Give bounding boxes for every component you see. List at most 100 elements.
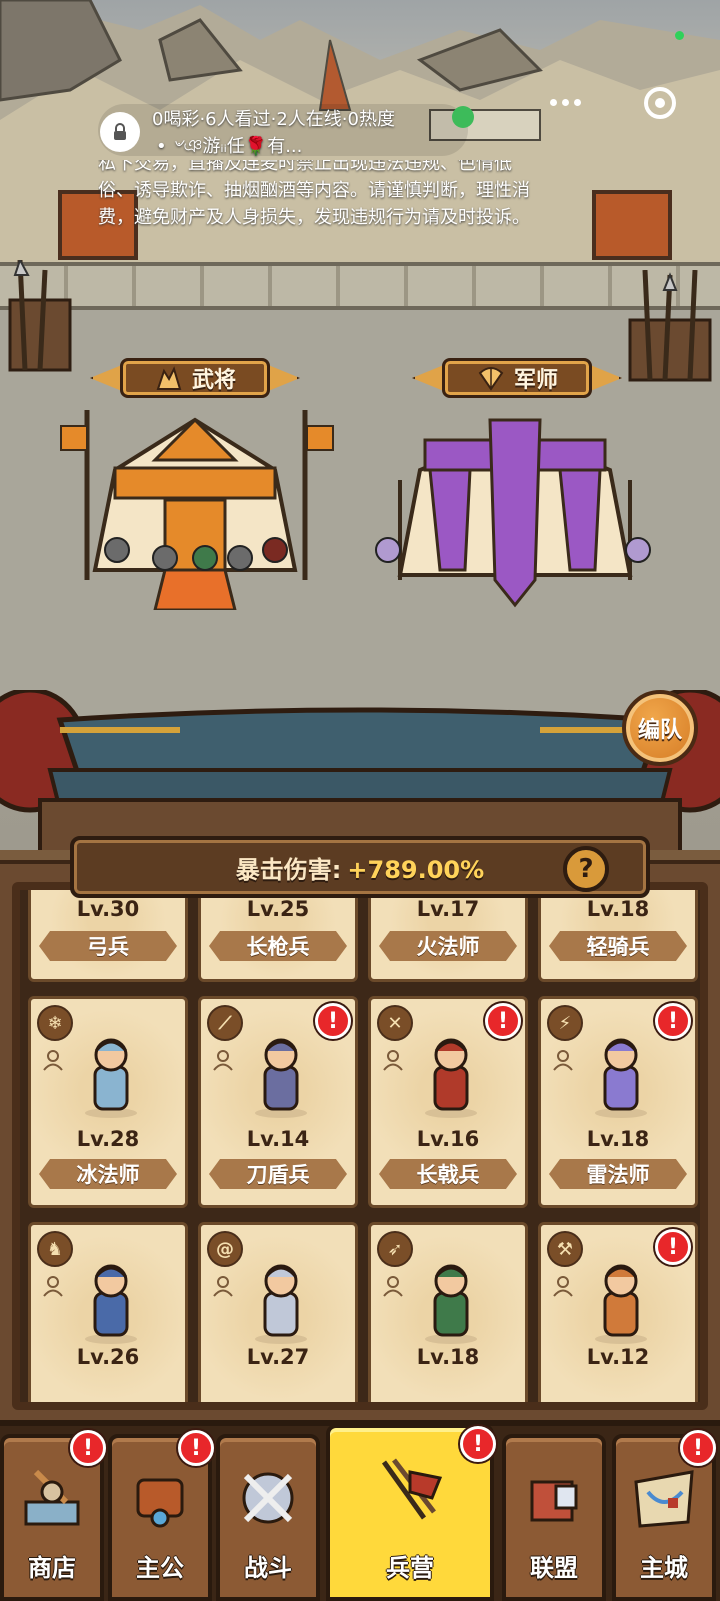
unit-level: Lv.18 [586,1127,650,1151]
live-notice: 私下交易，直播及连麦时禁止出现违法违规、色情低俗、诱导欺诈、抽烟酗酒等内容。请谨… [98,160,538,272]
snowflake-icon: ❄ [37,1005,73,1041]
unit-card[interactable]: ⟋ ! Lv.14 刀盾兵 [198,996,358,1208]
unit-name-bar: 弓兵 [39,931,177,961]
more-options-button[interactable] [530,80,600,124]
person-icon [553,1276,573,1297]
unit-level: Lv.25 [246,897,310,921]
nav-item-alliance[interactable]: 联盟 [502,1434,606,1601]
status-indicator-dot [675,31,684,40]
person-icon [43,1276,63,1297]
general-tent[interactable] [55,400,345,610]
alert-badge: ! [70,1430,106,1466]
unit-name: 长戟兵 [416,1163,480,1187]
nav-label: 主城 [640,1554,688,1582]
unit-card[interactable]: @ Lv.27 [198,1222,358,1402]
advisor-banner-label: 军师 [513,368,558,393]
unit-portrait [425,1038,477,1118]
crossed-swords-icon [242,1472,294,1524]
unit-name: 轻骑兵 [586,935,650,959]
unit-level: Lv.27 [246,1345,310,1369]
alert-badge: ! [460,1426,496,1462]
unit-card[interactable]: ✕ ! Lv.16 长戟兵 [368,996,528,1208]
unit-grid-frame[interactable]: Lv.30 弓兵 Lv.25 长枪兵 Lv.17 火法师 Lv.18 轻骑兵 ❄ Lv.28 冰法… [12,882,708,1410]
live-scrolling-text: • ৺ঞ游ᵢᵢ任🌹有... [156,136,303,157]
axe-icon: ⚒ [547,1231,583,1267]
crossbow-icon: ➶ [377,1231,413,1267]
alert-badge: ! [178,1430,214,1466]
unit-level: Lv.26 [76,1345,140,1369]
crit-damage-value: +789.00% [347,855,485,884]
right-weapon-rack [628,270,712,382]
unit-level: Lv.17 [416,897,480,921]
alert-badge: ! [315,1003,351,1039]
person-icon [213,1276,233,1297]
general-banner[interactable]: 武将 [90,352,300,404]
unit-level: Lv.28 [76,1127,140,1151]
alert-badge: ! [680,1430,716,1466]
left-weapon-rack [8,260,72,372]
unit-card[interactable]: ⚒ ! Lv.12 [538,1222,698,1402]
shop-icon [24,1469,80,1526]
unit-name-bar: 长戟兵 [379,1159,517,1189]
alliance-icon [530,1480,578,1522]
nav-label: 兵营 [386,1554,434,1582]
swirl-icon: @ [207,1231,243,1267]
unit-level: Lv.18 [416,1345,480,1369]
lock-icon [114,123,126,140]
unit-card[interactable]: ♞ Lv.26 [28,1222,188,1402]
record-icon[interactable] [644,87,676,119]
person-icon [553,1050,573,1071]
unit-portrait [595,1264,647,1344]
unit-name-bar: 长枪兵 [209,931,347,961]
unit-name-bar: 火法师 [379,931,517,961]
person-icon [43,1050,63,1071]
live-stats: 0喝彩·6人看过·2人在线·0热度 [152,109,395,130]
formation-button[interactable]: 编队 [622,690,698,766]
blade-icon: ⟋ [207,1005,243,1041]
unit-level: Lv.18 [586,897,650,921]
unit-portrait [425,1264,477,1344]
lightning-icon: ⚡ [547,1005,583,1041]
unit-card[interactable]: ➶ Lv.18 [368,1222,528,1402]
unit-portrait [595,1038,647,1118]
general-icon [156,366,182,390]
alert-badge: ! [655,1003,691,1039]
unit-name: 火法师 [416,935,480,959]
unit-name: 刀盾兵 [246,1163,310,1187]
unit-card[interactable]: ❄ Lv.28 冰法师 [28,996,188,1208]
unit-level: Lv.16 [416,1127,480,1151]
alert-badge: ! [485,1003,521,1039]
unit-level: Lv.30 [76,897,140,921]
alert-badge: ! [655,1229,691,1265]
unit-name: 雷法师 [586,1163,650,1187]
unit-name: 冰法师 [76,1163,140,1187]
city-map-icon [634,1470,694,1528]
advisor-banner[interactable]: 军师 [412,352,622,404]
unit-name: 长枪兵 [246,935,310,959]
horse-icon: ♞ [37,1231,73,1267]
unit-portrait [85,1264,137,1344]
nav-label: 主公 [136,1554,184,1582]
general-banner-label: 武将 [191,368,236,393]
person-icon [383,1276,403,1297]
crossed-spears-icon: ✕ [377,1005,413,1041]
help-button[interactable]: ? [563,846,609,892]
unit-name-bar: 冰法师 [39,1159,177,1189]
live-notice-text: 私下交易，直播及连麦时禁止出现违法违规、色情低俗、诱导欺诈、抽烟酗酒等内容。请谨… [98,160,530,228]
nav-label: 战斗 [244,1554,292,1582]
crit-damage-label: 暴击伤害: [235,855,342,884]
unit-name-bar: 轻骑兵 [549,931,687,961]
mic-icon [452,106,474,128]
feather-fan-icon [478,367,504,391]
unit-card[interactable]: ⚡ ! Lv.18 雷法师 [538,996,698,1208]
unit-portrait [255,1038,307,1118]
unit-name-bar: 刀盾兵 [209,1159,347,1189]
unit-grid: Lv.30 弓兵 Lv.25 长枪兵 Lv.17 火法师 Lv.18 轻骑兵 ❄ Lv.28 冰法… [28,890,700,1402]
barracks-roof [0,690,720,850]
lock-button[interactable] [100,112,140,152]
person-icon [213,1050,233,1071]
advisor-tent[interactable] [370,400,660,630]
person-icon [383,1050,403,1071]
nav-item-crossed-swords[interactable]: 战斗 [216,1434,320,1601]
unit-name: 弓兵 [87,935,129,959]
